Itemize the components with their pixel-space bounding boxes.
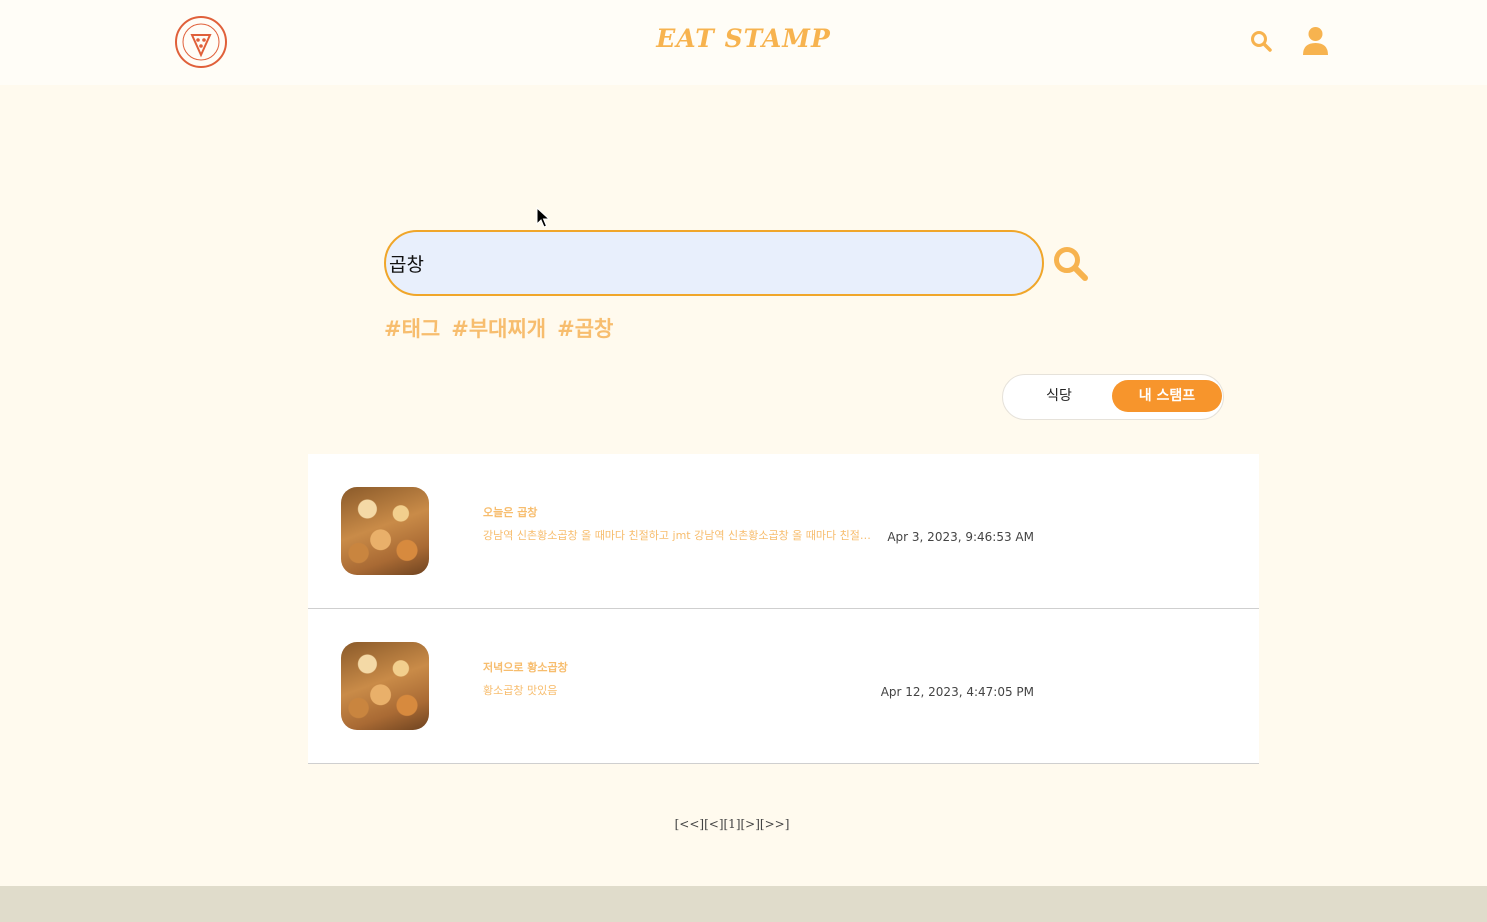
toggle-my-stamp[interactable]: 내 스탬프 — [1112, 380, 1222, 412]
item-body: 강남역 신촌황소곱창 올 때마다 친절하고 jmt 강남역 신촌황소곱창 올 때… — [483, 529, 881, 542]
top-header: EAT STAMP — [0, 0, 1487, 85]
view-toggle: 식당 내 스탬프 — [1002, 374, 1224, 420]
page-last[interactable]: [>>] — [760, 817, 789, 831]
food-thumbnail — [341, 487, 429, 575]
item-title: 오늘은 곱창 — [483, 506, 538, 519]
search-button[interactable] — [1053, 246, 1089, 282]
list-item[interactable]: 오늘은 곱창 강남역 신촌황소곱창 올 때마다 친절하고 jmt 강남역 신촌황… — [308, 454, 1259, 609]
item-body: 황소곱창 맛있음 — [483, 684, 558, 697]
page-current[interactable]: [1] — [724, 817, 741, 831]
item-date: Apr 3, 2023, 9:46:53 AM — [887, 530, 1034, 544]
page-prev[interactable]: [<] — [704, 817, 723, 831]
page-first[interactable]: [<<] — [675, 817, 704, 831]
list-item[interactable]: 저녁으로 황소곱창 황소곱창 맛있음 Apr 12, 2023, 4:47:05… — [308, 609, 1259, 764]
tag-item[interactable]: #곱창 — [557, 313, 613, 343]
tag-list: #태그 #부대찌개 #곱창 — [384, 313, 613, 343]
pagination: [<<][<][1][>][>>] — [0, 817, 1464, 831]
tag-item[interactable]: #태그 — [384, 313, 440, 343]
page-next[interactable]: [>] — [741, 817, 760, 831]
food-thumbnail — [341, 642, 429, 730]
item-date: Apr 12, 2023, 4:47:05 PM — [880, 685, 1034, 699]
toggle-restaurant[interactable]: 식당 — [1015, 380, 1103, 412]
result-list: 오늘은 곱창 강남역 신촌황소곱창 올 때마다 친절하고 jmt 강남역 신촌황… — [308, 454, 1259, 764]
search-icon[interactable] — [1250, 30, 1272, 52]
search-input[interactable] — [389, 232, 1029, 294]
item-title: 저녁으로 황소곱창 — [483, 661, 568, 674]
mouse-cursor-icon — [536, 207, 550, 228]
tag-item[interactable]: #부대찌개 — [451, 313, 546, 343]
footer — [0, 886, 1487, 922]
search-box — [384, 230, 1044, 296]
user-icon[interactable] — [1301, 26, 1330, 56]
